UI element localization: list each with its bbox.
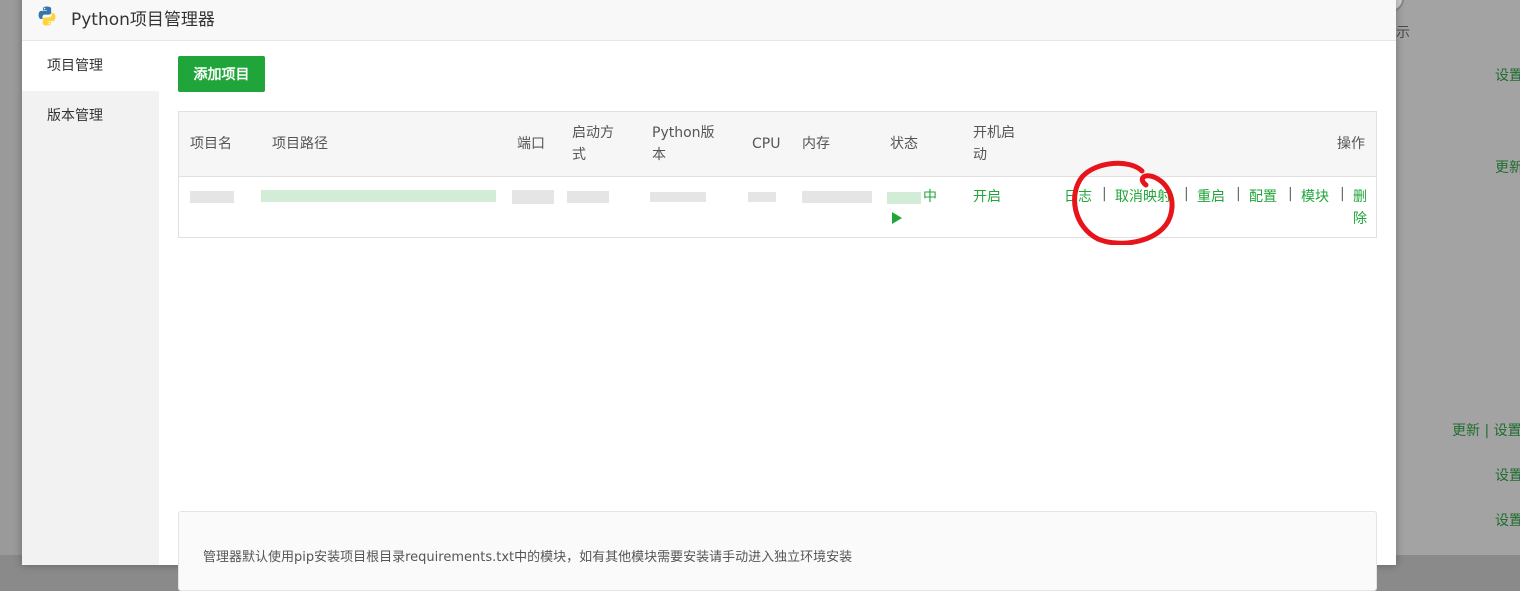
python-logo-icon bbox=[38, 6, 56, 26]
memory-redacted bbox=[802, 191, 872, 203]
project-table: 项目名 项目路径 端口 启动方 式 Python版 本 CPU 内存 状态 开机… bbox=[178, 111, 1377, 238]
background-header-text: 示 bbox=[1396, 25, 1410, 41]
restart-link[interactable]: 重启 bbox=[1197, 186, 1225, 206]
autostart-value[interactable]: 开启 bbox=[973, 186, 1001, 208]
header-python-version: Python版 bbox=[652, 125, 715, 141]
add-project-button[interactable]: 添加项目 bbox=[178, 56, 265, 92]
python-manager-dialog: Python项目管理器 项目管理 版本管理 添加项目 项目名 项目路径 端口 启… bbox=[22, 0, 1396, 591]
project-path-redacted bbox=[261, 190, 496, 202]
status-text: 中 bbox=[923, 189, 937, 205]
status-redacted bbox=[887, 192, 921, 204]
cpu-redacted bbox=[748, 192, 776, 202]
header-port: 端口 bbox=[517, 136, 545, 152]
header-status: 状态 bbox=[890, 136, 918, 152]
start-mode-redacted bbox=[567, 191, 609, 203]
port-redacted bbox=[512, 190, 554, 204]
modules-link[interactable]: 模块 bbox=[1301, 186, 1329, 206]
table-header: 项目名 项目路径 端口 启动方 式 Python版 本 CPU 内存 状态 开机… bbox=[179, 112, 1376, 177]
main-content: 添加项目 项目名 项目路径 端口 启动方 式 Python版 本 CPU 内存 … bbox=[159, 41, 1396, 591]
log-link[interactable]: 日志 bbox=[1064, 186, 1092, 206]
play-icon bbox=[892, 212, 902, 224]
header-python-version-2: 本 bbox=[652, 147, 666, 163]
action-separator: | bbox=[1102, 186, 1107, 202]
note-text: 管理器默认使用pip安装项目根目录requirements.txt中的模块，如有… bbox=[203, 550, 853, 565]
header-autostart: 开机启 bbox=[973, 125, 1015, 141]
action-separator: | bbox=[1288, 186, 1293, 202]
sidebar-item-project-management[interactable]: 项目管理 bbox=[22, 41, 159, 91]
sidebar-item-version-management[interactable]: 版本管理 bbox=[22, 91, 159, 141]
project-name-redacted bbox=[190, 191, 234, 203]
header-actions: 操作 bbox=[1337, 136, 1365, 152]
dialog-titlebar: Python项目管理器 bbox=[22, 0, 1396, 41]
header-path: 项目路径 bbox=[272, 136, 328, 152]
background-update-settings-link[interactable]: 更新 | 设置 bbox=[1452, 420, 1520, 440]
action-separator: | bbox=[1184, 186, 1189, 202]
background-settings-link[interactable]: 设置 bbox=[1495, 510, 1520, 530]
note-box: 管理器默认使用pip安装项目根目录requirements.txt中的模块，如有… bbox=[178, 511, 1377, 591]
header-start-mode: 启动方 bbox=[572, 125, 614, 141]
config-link[interactable]: 配置 bbox=[1249, 186, 1277, 206]
background-settings-link[interactable]: 设置 bbox=[1495, 65, 1520, 85]
header-autostart-2: 动 bbox=[973, 147, 987, 163]
header-start-mode-2: 式 bbox=[572, 147, 586, 163]
delete-link[interactable]: 删 bbox=[1353, 186, 1367, 206]
header-name: 项目名 bbox=[190, 136, 232, 152]
dialog-title: Python项目管理器 bbox=[71, 10, 215, 30]
action-separator: | bbox=[1340, 186, 1345, 202]
background-update-link[interactable]: 更新 bbox=[1495, 157, 1520, 177]
background-settings-link[interactable]: 设置 bbox=[1495, 465, 1520, 485]
header-cpu: CPU bbox=[752, 136, 781, 152]
delete-link-2[interactable]: 除 bbox=[1353, 208, 1367, 228]
header-memory: 内存 bbox=[802, 136, 830, 152]
unmap-link[interactable]: 取消映射 bbox=[1115, 186, 1171, 206]
action-separator: | bbox=[1236, 186, 1241, 202]
python-version-redacted bbox=[650, 192, 706, 202]
sidebar: 项目管理 版本管理 bbox=[22, 41, 159, 565]
